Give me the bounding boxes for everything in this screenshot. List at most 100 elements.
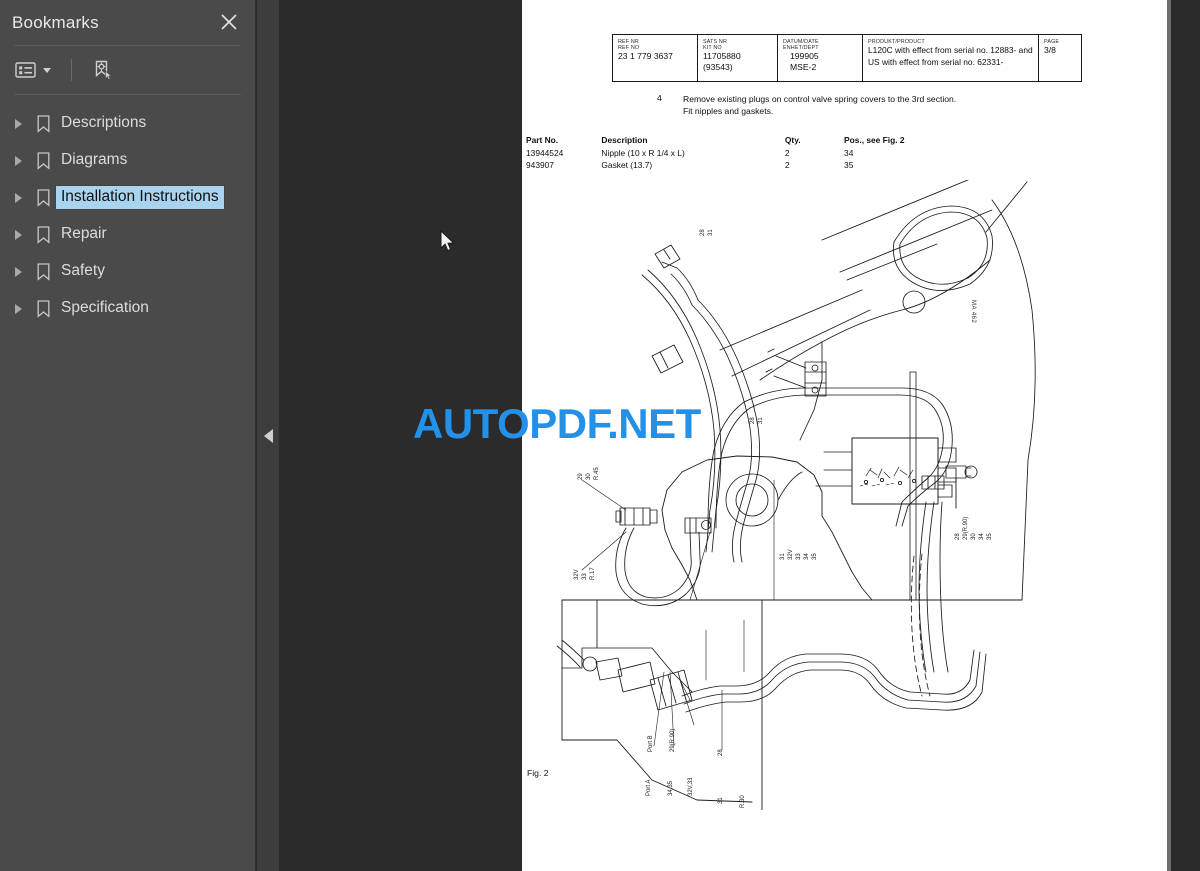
toolbar-separator [71,59,72,81]
sidebar-item-repair[interactable]: Repair [0,216,255,253]
cell-qty: 2 [784,148,790,158]
header-cell-page: PAGE 3/8 [1039,35,1081,81]
dept-value: MSE-2 [790,61,817,72]
triangle-left-icon [263,428,273,443]
page-right-shadow [1167,0,1171,871]
col-header-part-no: Part No. [526,135,559,145]
svg-text:32V: 32V [788,549,794,560]
chevron-right-icon[interactable] [6,105,30,142]
svg-text:30: 30 [586,473,592,480]
cell-part-no: 13944524 [526,148,564,158]
svg-text:34,35: 34,35 [668,780,674,796]
chevron-right-icon[interactable] [6,216,30,253]
sidebar-title: Bookmarks [12,12,99,32]
new-bookmark-icon[interactable] [89,56,117,84]
pdf-viewer-window: Bookmarks Descriptions Diagrams Installa… [0,0,1200,871]
svg-text:28: 28 [750,417,756,424]
sidebar-collapse-handle[interactable] [257,0,279,871]
step-number: 4 [657,93,662,103]
ref-value: 23 1 779 3637 [618,51,673,62]
bookmark-icon [30,225,56,244]
sidebar-item-label: Repair [61,225,107,242]
chevron-right-icon[interactable] [6,142,30,179]
cell-pos: 35 [844,160,854,170]
svg-text:30: 30 [971,533,977,540]
sidebar-item-installation-instructions[interactable]: Installation Instructions [0,179,255,216]
cell-qty: 2 [784,160,790,170]
header-cell-product: PRODUKT/PRODUCT L120C with effect from s… [863,35,1039,81]
svg-text:R.17: R.17 [590,567,596,580]
svg-text:Port B: Port B [648,735,654,752]
sidebar-item-label: Installation Instructions [55,185,225,210]
header-cell-date-dept: DATUM/DATE ENHET/DEPT 199905 MSE-2 [778,35,863,81]
svg-text:29(R.90): 29(R.90) [963,517,969,540]
svg-text:R.45: R.45 [594,467,600,480]
kit-value: 11705880 [703,51,741,62]
bookmark-icon [30,114,56,133]
svg-text:R.30: R.30 [740,795,746,808]
cell-description: Nipple (10 x R 1/4 x L) [601,148,685,158]
header-cell-ref-no: REF NR REF NO 23 1 779 3637 [613,35,698,81]
svg-text:35: 35 [987,533,993,540]
instruction-step: 4 Remove existing plugs on control valve… [657,93,1087,117]
step-line-1: Remove existing plugs on control valve s… [683,94,957,104]
svg-text:28: 28 [718,749,724,756]
pdf-page: REF NR REF NO 23 1 779 3637 SATS NR KIT … [522,0,1167,871]
svg-text:29(R.90): 29(R.90) [670,729,676,752]
sidebar-toolbar [0,46,255,94]
svg-text:35: 35 [812,553,818,560]
close-icon[interactable] [219,12,239,32]
bookmark-icon [30,299,56,318]
chevron-down-icon[interactable] [43,67,51,73]
table-row: 13944524 Nipple (10 x R 1/4 x L) 2 34 [526,148,946,160]
svg-text:Port A: Port A [646,780,652,796]
svg-text:31: 31 [780,553,786,560]
sidebar-item-safety[interactable]: Safety [0,253,255,290]
product-value-1: L120C with effect from serial no. 12883-… [868,45,1033,56]
bookmarks-sidebar: Bookmarks Descriptions Diagrams Installa… [0,0,256,871]
parts-table-header-row: Part No. Description Qty. Pos., see Fig.… [526,135,946,148]
parts-table: Part No. Description Qty. Pos., see Fig.… [526,135,946,172]
svg-text:29: 29 [578,473,584,480]
step-line-2: Fit nipples and gaskets. [683,106,774,116]
bookmark-icon [30,151,56,170]
header-cell-kit-no: SATS NR KIT NO 11705880 (93543) [698,35,778,81]
sidebar-item-label: Descriptions [61,114,147,131]
technical-diagram: 29 30 R.45 32V 33 R.17 28 31 28 31 31 32… [556,180,1036,810]
document-viewer[interactable]: REF NR REF NO 23 1 779 3637 SATS NR KIT … [279,0,1200,871]
sidebar-item-specification[interactable]: Specification [0,290,255,327]
product-value-2: US with effect from serial no. 62331- [868,56,1004,67]
chevron-right-icon[interactable] [6,179,30,216]
cell-part-no: 943907 [526,160,554,170]
sidebar-header: Bookmarks [0,0,255,45]
svg-text:31: 31 [708,229,714,236]
svg-text:34: 34 [804,553,810,560]
col-header-qty: Qty. [784,135,801,145]
svg-text:31: 31 [718,797,724,804]
list-options-icon[interactable] [12,58,54,82]
kit-value-2: (93543) [703,61,733,72]
sidebar-item-diagrams[interactable]: Diagrams [0,142,255,179]
page-value: 3/8 [1044,45,1056,56]
cell-description: Gasket (13.7) [601,160,653,170]
col-header-pos: Pos., see Fig. 2 [844,135,905,145]
date-value: 199905 [790,51,819,62]
bookmark-list: Descriptions Diagrams Installation Instruc… [0,95,255,327]
svg-text:32V: 32V [574,569,580,580]
sidebar-item-label: Diagrams [61,151,128,168]
bookmark-icon [30,188,56,207]
svg-text:33: 33 [582,573,588,580]
cell-pos: 34 [844,148,854,158]
table-row: 943907 Gasket (13.7) 2 35 [526,160,946,172]
sidebar-item-descriptions[interactable]: Descriptions [0,105,255,142]
chevron-right-icon[interactable] [6,290,30,327]
bookmark-icon [30,262,56,281]
document-header-table: REF NR REF NO 23 1 779 3637 SATS NR KIT … [612,34,1082,82]
col-header-description: Description [601,135,648,145]
step-text: Remove existing plugs on control valve s… [683,93,1087,117]
svg-text:34: 34 [979,533,985,540]
chevron-right-icon[interactable] [6,253,30,290]
svg-text:28: 28 [955,533,961,540]
svg-text:31: 31 [758,417,764,424]
svg-text:32V,33: 32V,33 [688,777,694,796]
